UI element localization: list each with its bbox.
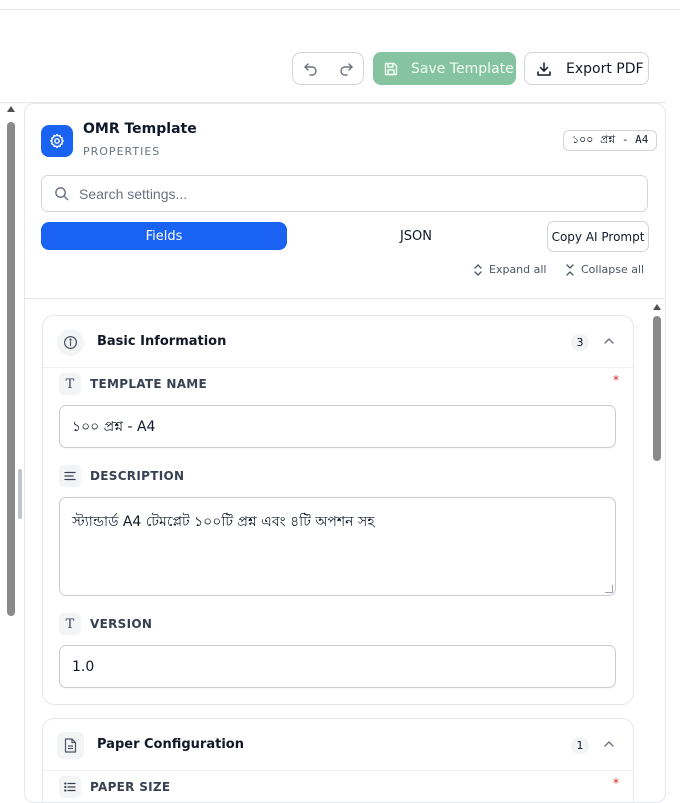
required-mark: * xyxy=(613,373,619,387)
template-badge: ১০০ প্রশ্ন - A4 xyxy=(563,130,658,151)
section-paper-configuration: Paper Configuration 1 PAPER SIZE * xyxy=(42,718,634,802)
tab-fields[interactable]: Fields xyxy=(41,222,287,250)
left-pane-edge xyxy=(0,104,22,792)
save-template-button[interactable]: Save Template xyxy=(373,52,516,85)
description-textarea[interactable]: স্ট্যান্ডার্ড A4 টেমপ্লেট ১০০টি প্রশ্ন এ… xyxy=(59,497,616,596)
history-controls xyxy=(292,52,364,85)
top-bar xyxy=(0,0,680,10)
gear-icon xyxy=(50,133,64,149)
search-icon xyxy=(55,187,69,201)
properties-panel: OMR Template PROPERTIES ১০০ প্রশ্ন - A4 … xyxy=(24,103,666,803)
collapse-icon xyxy=(566,263,574,276)
field-label-text: TEMPLATE NAME xyxy=(90,377,208,391)
required-mark: * xyxy=(613,776,619,790)
expand-all-button[interactable]: Expand all xyxy=(473,263,547,276)
left-scrollbar-thumb[interactable] xyxy=(7,122,15,616)
template-name-input[interactable]: ১০০ প্রশ্ন - A4 xyxy=(59,405,616,448)
section-icon-wrap xyxy=(57,732,84,759)
collapse-all-label: Collapse all xyxy=(581,263,645,276)
align-left-icon xyxy=(59,465,81,487)
editor-header: Save Template Export PDF xyxy=(0,34,666,103)
panel-scroll-up-arrow[interactable] xyxy=(653,304,661,310)
panel-title: OMR Template xyxy=(83,121,197,137)
download-icon xyxy=(537,61,551,76)
section-basic-information: Basic Information 3 T TEMPLATE NAME * ১০… xyxy=(42,315,634,705)
redo-icon xyxy=(339,62,353,76)
text-type-icon: T xyxy=(59,373,81,395)
copy-ai-prompt-button[interactable]: Copy AI Prompt xyxy=(547,221,649,252)
description-value: স্ট্যান্ডার্ড A4 টেমপ্লেট ১০০টি প্রশ্ন এ… xyxy=(72,514,375,530)
version-input[interactable]: 1.0 xyxy=(59,645,616,688)
redo-button[interactable] xyxy=(334,57,358,81)
section-count-badge: 1 xyxy=(571,737,589,754)
field-label-description: DESCRIPTION xyxy=(59,465,619,487)
resize-grip[interactable] xyxy=(605,585,613,593)
field-label-text: DESCRIPTION xyxy=(90,469,185,483)
section-icon-wrap xyxy=(57,329,84,356)
search-input[interactable] xyxy=(79,185,619,202)
expand-all-label: Expand all xyxy=(489,263,547,276)
tab-json[interactable]: JSON xyxy=(293,222,539,250)
pane-resize-handle[interactable] xyxy=(18,469,22,519)
field-label-paper-size: PAPER SIZE * xyxy=(59,776,619,798)
panel-scrollbar-thumb[interactable] xyxy=(653,316,661,461)
document-icon xyxy=(64,738,77,753)
save-icon xyxy=(384,62,398,75)
export-pdf-label: Export PDF xyxy=(566,60,644,77)
panel-logo xyxy=(41,125,73,157)
collapse-all-button[interactable]: Collapse all xyxy=(565,263,644,276)
section-count-badge: 3 xyxy=(571,334,589,351)
section-title: Paper Configuration xyxy=(97,737,244,752)
chevron-up-icon[interactable] xyxy=(603,336,615,346)
field-label-text: VERSION xyxy=(90,617,153,631)
panel-subtitle: PROPERTIES xyxy=(83,145,161,158)
field-label-version: T VERSION xyxy=(59,613,619,635)
info-icon xyxy=(63,335,78,350)
field-label-template-name: T TEMPLATE NAME * xyxy=(59,373,619,395)
undo-button[interactable] xyxy=(299,57,323,81)
text-type-icon: T xyxy=(59,613,81,635)
save-template-label: Save Template xyxy=(411,60,514,77)
undo-icon xyxy=(303,62,317,76)
section-header[interactable]: Paper Configuration 1 xyxy=(43,719,633,771)
chevron-up-icon[interactable] xyxy=(603,739,615,749)
scroll-up-arrow[interactable] xyxy=(7,106,15,112)
section-title: Basic Information xyxy=(97,334,227,349)
list-icon xyxy=(59,776,81,798)
expand-icon xyxy=(474,263,482,276)
export-pdf-button[interactable]: Export PDF xyxy=(524,52,649,85)
section-header[interactable]: Basic Information 3 xyxy=(43,316,633,368)
search-settings xyxy=(41,175,648,212)
panel-header: OMR Template PROPERTIES ১০০ প্রশ্ন - A4 … xyxy=(25,104,665,299)
